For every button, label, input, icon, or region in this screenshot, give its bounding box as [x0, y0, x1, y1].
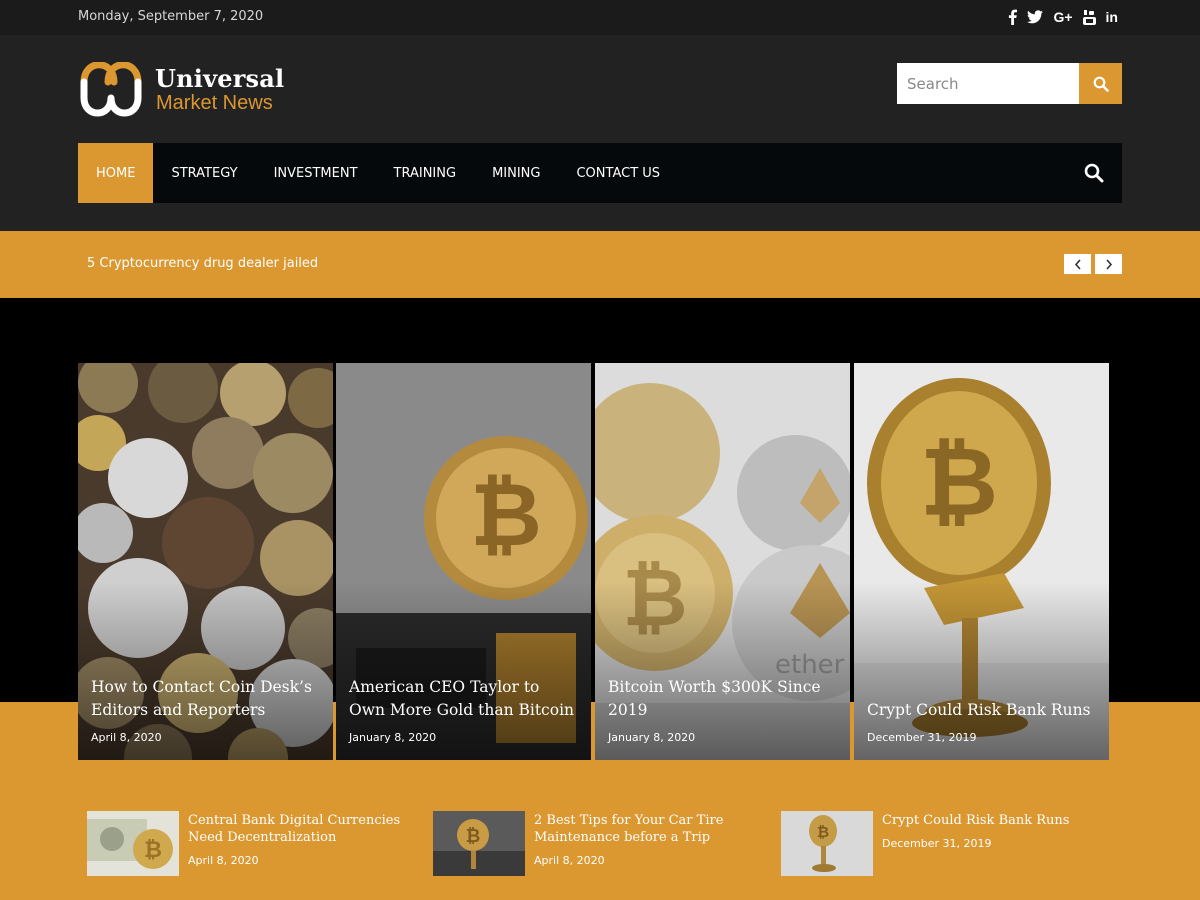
latest-post-title[interactable]: Crypt Could Risk Bank Runs [882, 812, 1122, 829]
svg-text:₿: ₿ [144, 837, 162, 862]
site-header: Universal Market News HOME STRATEGY INVE… [0, 35, 1200, 231]
featured-card[interactable]: ₿ American CEO Taylor to Own More Gold t… [336, 363, 591, 760]
featured-card-date: April 8, 2020 [91, 731, 162, 744]
site-title: Universal [155, 64, 285, 93]
google-plus-icon[interactable]: G+ [1053, 7, 1072, 27]
latest-post[interactable]: ₿ Crypt Could Risk Bank Runs December 31… [781, 811, 1111, 876]
ticker-prev-button[interactable] [1064, 254, 1091, 274]
search-icon [1093, 76, 1109, 92]
nav-search-icon[interactable] [1084, 163, 1104, 183]
top-bar: Monday, September 7, 2020 G+ in [0, 0, 1200, 35]
site-logo[interactable]: Universal Market News [78, 62, 338, 122]
youtube-icon[interactable] [1082, 7, 1096, 27]
ticker-next-button[interactable] [1095, 254, 1122, 274]
featured-card-title[interactable]: Bitcoin Worth $300K Since 2019 [608, 676, 838, 722]
nav-item-home[interactable]: HOME [78, 143, 154, 203]
featured-card[interactable]: ₿ ether Bitcoin Worth $300K Since 2019 J… [595, 363, 850, 760]
bitcoin-stand-thumbnail: ₿ [433, 811, 525, 876]
ticker-headline[interactable]: 5 Cryptocurrency drug dealer jailed [87, 256, 318, 271]
featured-card-title[interactable]: American CEO Taylor to Own More Gold tha… [349, 676, 579, 722]
latest-post[interactable]: ₿ Central Bank Digital Currencies Need D… [87, 811, 417, 876]
nav-item-training[interactable]: TRAINING [376, 143, 475, 203]
nav-item-investment[interactable]: INVESTMENT [256, 143, 376, 203]
twitter-icon[interactable] [1027, 7, 1044, 27]
featured-card[interactable]: How to Contact Coin Desk’s Editors and R… [78, 363, 333, 760]
featured-cards: How to Contact Coin Desk’s Editors and R… [78, 363, 1109, 760]
bitcoin-stand-thumbnail: ₿ [781, 811, 873, 876]
site-subtitle: Market News [156, 92, 273, 114]
current-date: Monday, September 7, 2020 [78, 9, 264, 24]
news-ticker: 5 Cryptocurrency drug dealer jailed [0, 231, 1200, 298]
main-nav: HOME STRATEGY INVESTMENT TRAINING MINING… [78, 143, 1122, 203]
nav-item-mining[interactable]: MINING [474, 143, 558, 203]
logo-mark-icon [80, 62, 142, 117]
chevron-right-icon [1105, 258, 1112, 270]
latest-post-title[interactable]: Central Bank Digital Currencies Need Dec… [188, 812, 428, 846]
nav-item-contact-us[interactable]: CONTACT US [558, 143, 678, 203]
featured-card-date: January 8, 2020 [608, 731, 696, 744]
featured-card-date: January 8, 2020 [349, 731, 437, 744]
facebook-icon[interactable] [1008, 7, 1018, 27]
search-button[interactable] [1079, 63, 1122, 104]
latest-post-date: April 8, 2020 [188, 854, 259, 867]
featured-card[interactable]: ₿ Crypt Could Risk Bank Runs December 31… [854, 363, 1109, 760]
latest-post-title[interactable]: 2 Best Tips for Your Car Tire Maintenanc… [534, 812, 774, 846]
latest-post-date: December 31, 2019 [882, 837, 992, 850]
featured-card-title[interactable]: How to Contact Coin Desk’s Editors and R… [91, 676, 321, 722]
svg-text:₿: ₿ [466, 826, 481, 846]
chevron-left-icon [1074, 258, 1081, 270]
latest-post[interactable]: ₿ 2 Best Tips for Your Car Tire Maintena… [433, 811, 763, 876]
social-links: G+ in [1008, 7, 1118, 27]
latest-post-date: April 8, 2020 [534, 854, 605, 867]
dollar-bitcoin-thumbnail: ₿ [87, 811, 179, 876]
svg-text:₿: ₿ [817, 824, 829, 841]
linkedin-icon[interactable]: in [1106, 7, 1118, 27]
featured-card-date: December 31, 2019 [867, 731, 977, 744]
header-search [897, 63, 1122, 104]
featured-card-title[interactable]: Crypt Could Risk Bank Runs [867, 699, 1097, 722]
nav-item-strategy[interactable]: STRATEGY [153, 143, 255, 203]
search-input[interactable] [897, 63, 1079, 104]
